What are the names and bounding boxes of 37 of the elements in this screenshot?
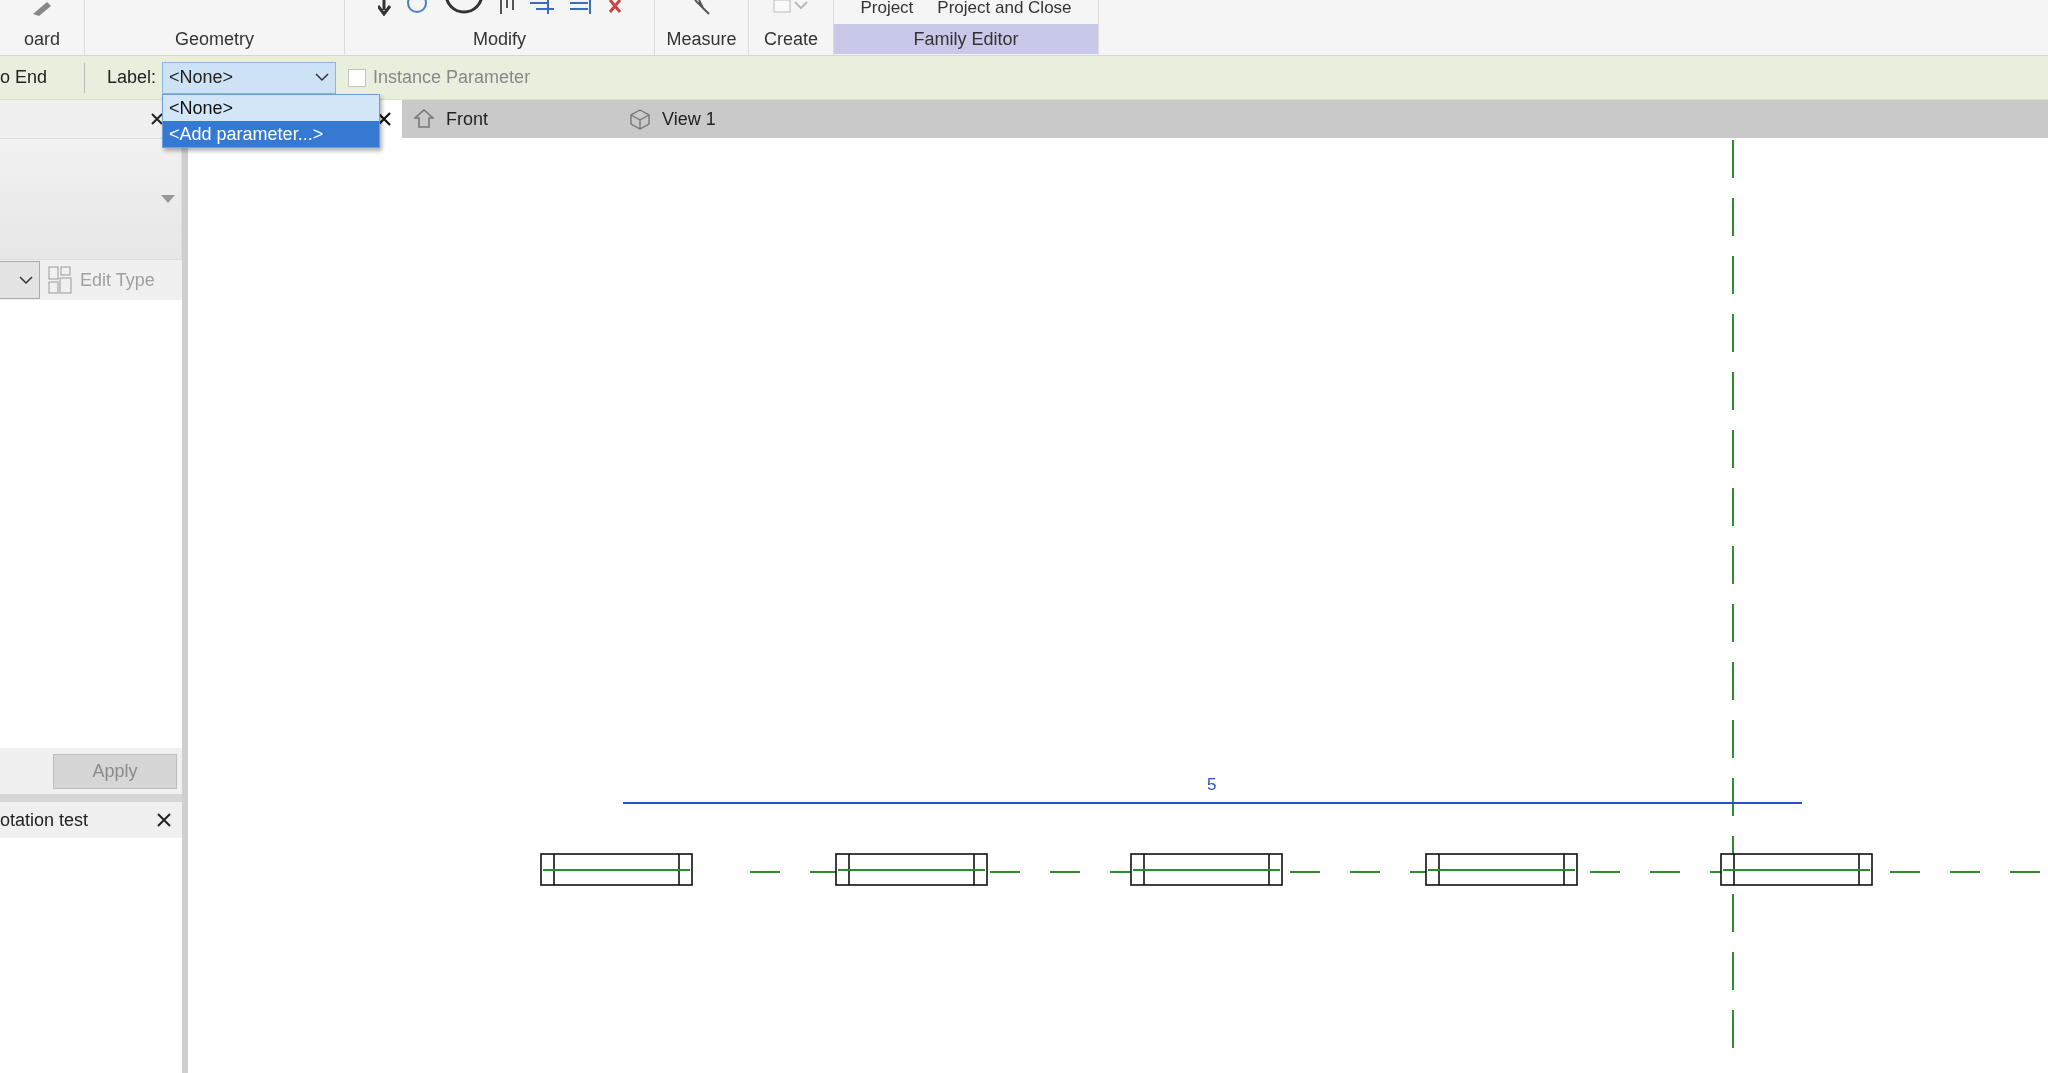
delete-icon[interactable] xyxy=(607,0,622,14)
view-tab[interactable]: Front xyxy=(402,100,618,138)
ribbon-panel-label: oard xyxy=(23,28,61,51)
offset-icon[interactable] xyxy=(569,0,594,14)
down-arrow-icon[interactable] xyxy=(377,0,392,16)
framing-member[interactable] xyxy=(1130,853,1283,886)
framing-member[interactable] xyxy=(540,853,693,886)
dropdown-caret-icon xyxy=(161,195,175,203)
ribbon-button-label[interactable]: Project xyxy=(860,0,914,15)
chevron-down-icon xyxy=(315,73,330,82)
dropdown-option[interactable]: <None> xyxy=(163,94,380,121)
ribbon-panel-label: Family Editor xyxy=(834,24,1098,54)
close-icon[interactable] xyxy=(150,112,164,126)
split-icon[interactable] xyxy=(529,0,556,14)
close-icon[interactable] xyxy=(156,812,172,828)
type-dropdown[interactable] xyxy=(0,261,40,299)
ribbon-panel-label: Modify xyxy=(472,28,527,51)
dropdown-option[interactable]: <Add parameter...> xyxy=(163,120,380,147)
framing-member[interactable] xyxy=(835,853,988,886)
ribbon-panel-label: Measure xyxy=(665,28,738,51)
ribbon-panel-label: Geometry xyxy=(174,28,255,51)
house-icon xyxy=(414,108,434,130)
dimension-value[interactable]: 5 xyxy=(1207,775,1217,795)
chevron-down-icon xyxy=(19,275,33,285)
panel-title: otation test xyxy=(0,809,89,831)
framing-member[interactable] xyxy=(1720,853,1873,886)
circle-arrow-icon[interactable] xyxy=(405,0,430,14)
label-caption: Label: xyxy=(107,67,157,88)
ribbon-panel-label: Create xyxy=(763,28,819,51)
ribbon-button-label[interactable]: Project and Close xyxy=(937,0,1072,15)
cube-icon xyxy=(630,108,650,130)
align-icon[interactable] xyxy=(497,0,516,14)
framing-member[interactable] xyxy=(1425,853,1578,886)
option-label: o End xyxy=(0,67,49,88)
view-tab[interactable]: View 1 xyxy=(618,100,818,138)
checkbox-label: Instance Parameter xyxy=(373,67,531,88)
measure-icon[interactable] xyxy=(692,0,711,16)
